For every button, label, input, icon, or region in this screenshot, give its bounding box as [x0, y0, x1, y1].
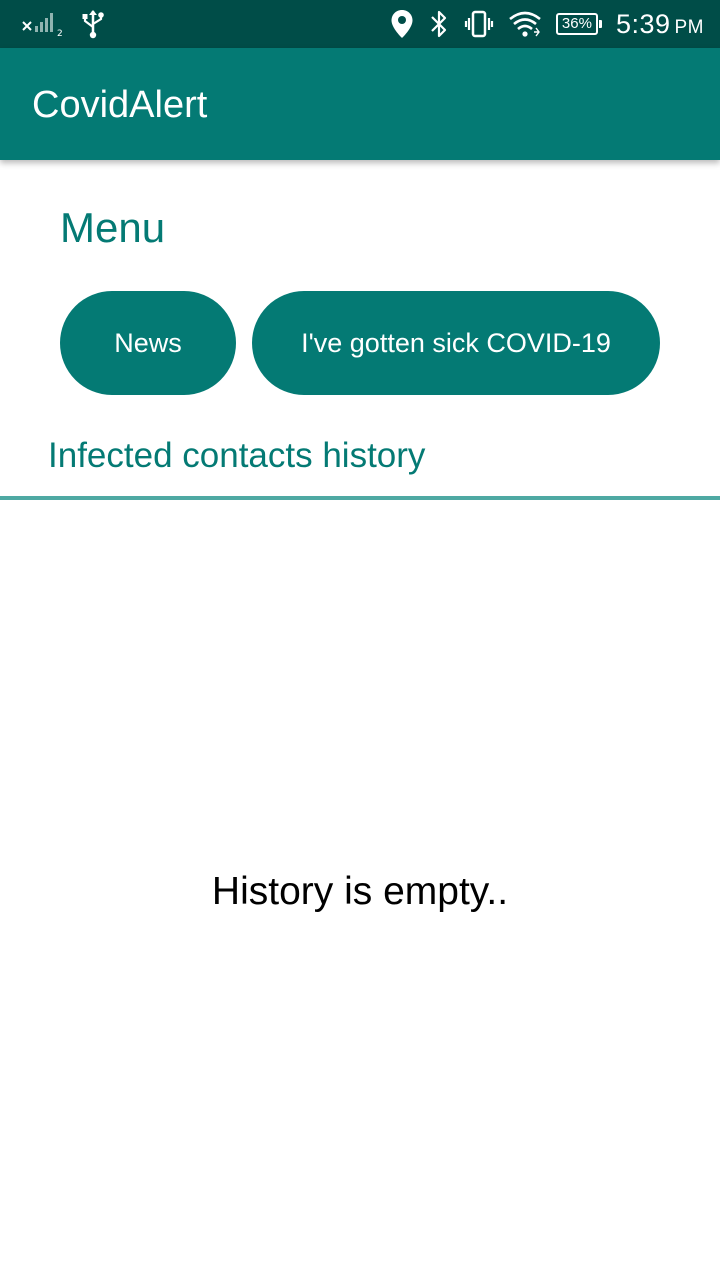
bluetooth-icon: [428, 9, 450, 39]
usb-icon: [80, 9, 106, 39]
time-ampm: PM: [674, 16, 704, 38]
wifi-icon: [508, 10, 542, 38]
location-icon: [390, 9, 414, 39]
status-bar: 2 36% 5:39 PM: [0, 0, 720, 48]
app-title: CovidAlert: [32, 84, 208, 126]
app-bar: CovidAlert: [0, 48, 720, 160]
status-time: 5:39 PM: [616, 9, 704, 40]
time-value: 5:39: [615, 8, 671, 39]
report-sick-button[interactable]: I've gotten sick COVID-19: [252, 291, 660, 395]
signal-x-icon: 2: [20, 10, 66, 38]
history-title: Infected contacts history: [48, 436, 426, 475]
menu-title: Menu: [60, 204, 166, 251]
sim-slot-label: 2: [57, 29, 63, 38]
vibrate-icon: [464, 9, 494, 39]
battery-percent: 36%: [555, 13, 598, 35]
news-button[interactable]: News: [60, 291, 236, 395]
history-divider: [0, 496, 720, 500]
battery-icon: 36%: [555, 13, 602, 35]
history-empty-message: History is empty..: [211, 870, 509, 913]
